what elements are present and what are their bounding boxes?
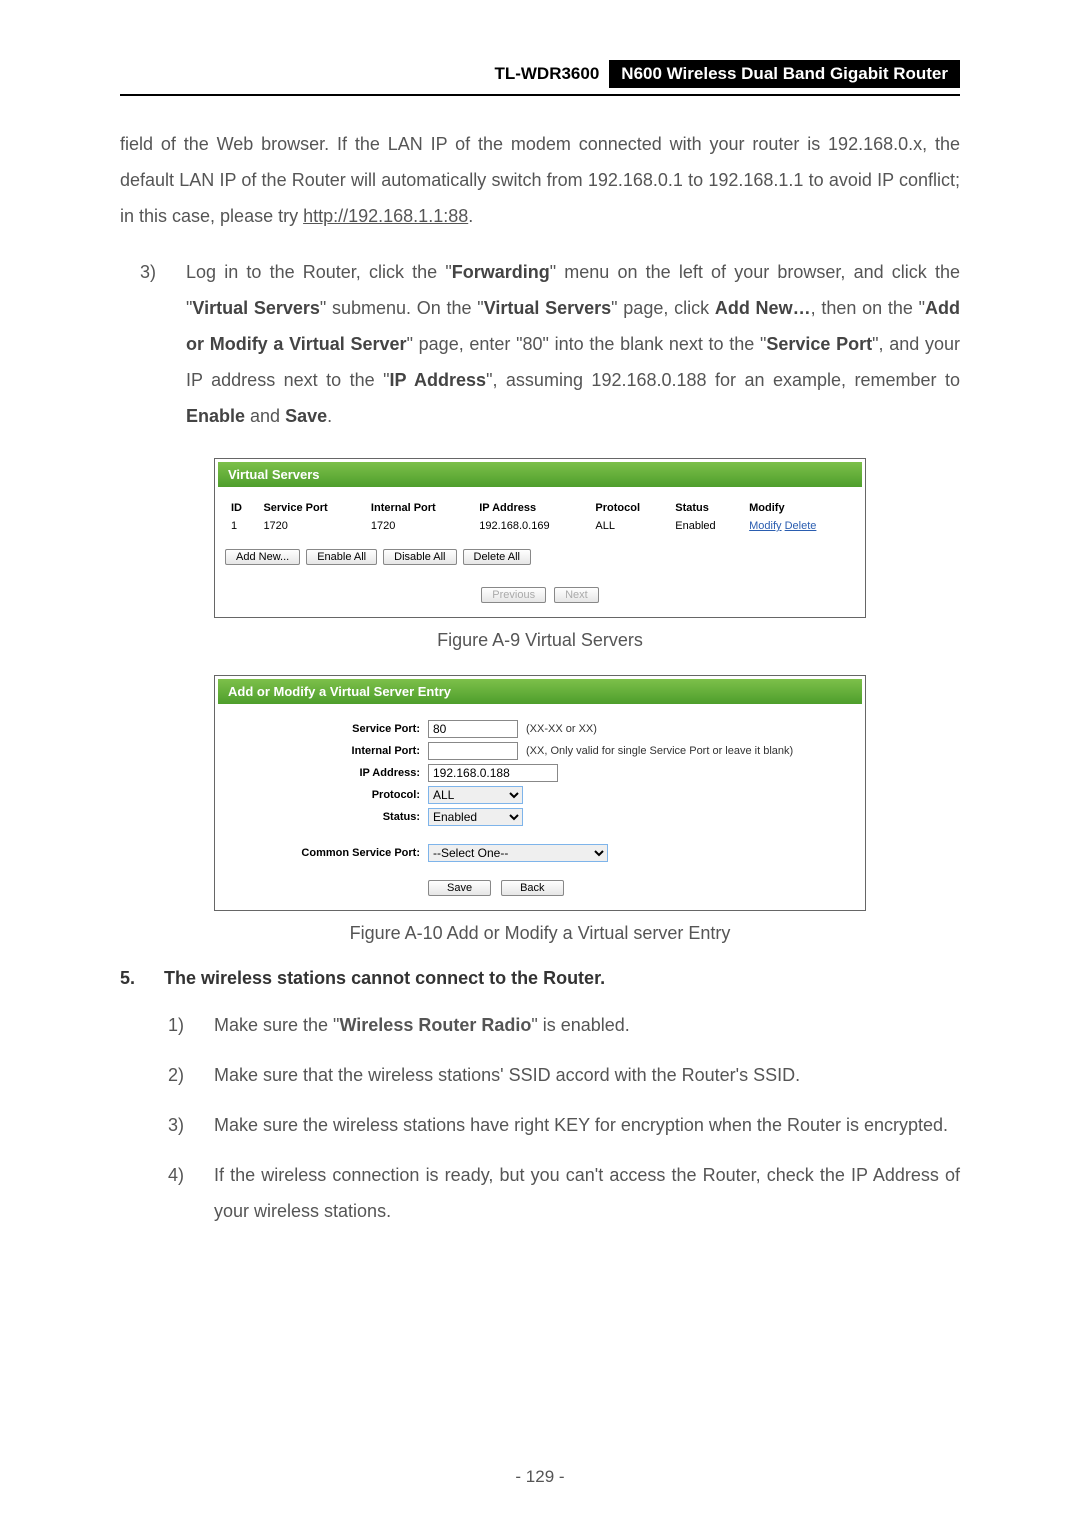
model-label: TL-WDR3600	[484, 60, 609, 88]
header-rule	[120, 94, 960, 96]
status-label: Status:	[225, 811, 428, 823]
step-3-num: 3)	[140, 254, 186, 434]
sub-item: 1)Make sure the "Wireless Router Radio" …	[168, 1007, 960, 1043]
col-ip-address: IP Address	[473, 499, 589, 517]
intro-text-a: field of the Web browser. If the LAN IP …	[120, 134, 960, 226]
sub-item: 4)If the wireless connection is ready, b…	[168, 1157, 960, 1229]
disable-all-button[interactable]: Disable All	[383, 549, 456, 565]
sub-item-text: Make sure the "Wireless Router Radio" is…	[214, 1007, 960, 1043]
cell-addr: 192.168.0.169	[473, 517, 589, 535]
status-select[interactable]: Enabled	[428, 808, 523, 826]
common-service-port-label: Common Service Port:	[225, 847, 428, 859]
page-header: TL-WDR3600 N600 Wireless Dual Band Gigab…	[120, 60, 960, 88]
col-protocol: Protocol	[589, 499, 669, 517]
cell-status: Enabled	[669, 517, 743, 535]
common-service-port-select[interactable]: --Select One--	[428, 844, 608, 862]
sub-item-num: 3)	[168, 1107, 214, 1143]
enable-all-button[interactable]: Enable All	[306, 549, 377, 565]
next-button[interactable]: Next	[554, 587, 599, 603]
q5-num: 5.	[120, 968, 164, 989]
ip-address-input[interactable]	[428, 764, 558, 782]
figure-a10-caption: Figure A-10 Add or Modify a Virtual serv…	[120, 923, 960, 944]
step-3-text: Log in to the Router, click the "Forward…	[186, 254, 960, 434]
figure-a9-caption: Figure A-9 Virtual Servers	[120, 630, 960, 651]
product-name: N600 Wireless Dual Band Gigabit Router	[609, 60, 960, 88]
delete-link[interactable]: Delete	[785, 520, 817, 532]
intro-paragraph: field of the Web browser. If the LAN IP …	[120, 126, 960, 234]
sub-item-num: 4)	[168, 1157, 214, 1229]
col-status: Status	[669, 499, 743, 517]
internal-port-label: Internal Port:	[225, 745, 428, 757]
save-button[interactable]: Save	[428, 880, 491, 896]
sub-item: 2)Make sure that the wireless stations' …	[168, 1057, 960, 1093]
protocol-select[interactable]: ALL	[428, 786, 523, 804]
add-new-button[interactable]: Add New...	[225, 549, 300, 565]
step-3: 3) Log in to the Router, click the "Forw…	[140, 254, 960, 434]
protocol-label: Protocol:	[225, 789, 428, 801]
sub-item: 3)Make sure the wireless stations have r…	[168, 1107, 960, 1143]
virtual-servers-panel: Virtual Servers ID Service Port Internal…	[214, 458, 866, 618]
sub-item-text: Make sure the wireless stations have rig…	[214, 1107, 960, 1143]
page-number: - 129 -	[0, 1467, 1080, 1487]
col-id: ID	[225, 499, 257, 517]
internal-port-input[interactable]	[428, 742, 518, 760]
sub-item-num: 2)	[168, 1057, 214, 1093]
cell-id: 1	[225, 517, 257, 535]
virtual-servers-table: ID Service Port Internal Port IP Address…	[225, 499, 855, 535]
cell-ip: 1720	[365, 517, 473, 535]
internal-port-hint: (XX, Only valid for single Service Port …	[526, 745, 793, 757]
modify-link[interactable]: Modify	[749, 520, 781, 532]
service-port-hint: (XX-XX or XX)	[526, 723, 597, 735]
table-row: 1 1720 1720 192.168.0.169 ALL Enabled Mo…	[225, 517, 855, 535]
table-header-row: ID Service Port Internal Port IP Address…	[225, 499, 855, 517]
virtual-servers-buttons: Add New... Enable All Disable All Delete…	[225, 549, 855, 565]
q5-title: The wireless stations cannot connect to …	[164, 968, 605, 988]
delete-all-button[interactable]: Delete All	[463, 549, 531, 565]
service-port-input[interactable]	[428, 720, 518, 738]
previous-button[interactable]: Previous	[481, 587, 546, 603]
intro-text-b: .	[468, 206, 473, 226]
col-internal-port: Internal Port	[365, 499, 473, 517]
col-modify: Modify	[743, 499, 855, 517]
sub-item-text: Make sure that the wireless stations' SS…	[214, 1057, 960, 1093]
service-port-label: Service Port:	[225, 723, 428, 735]
virtual-servers-title: Virtual Servers	[215, 459, 865, 487]
sub-item-text: If the wireless connection is ready, but…	[214, 1157, 960, 1229]
virtual-servers-nav: Previous Next	[225, 587, 855, 603]
sub-item-num: 1)	[168, 1007, 214, 1043]
cell-proto: ALL	[589, 517, 669, 535]
back-button[interactable]: Back	[501, 880, 563, 896]
add-modify-title: Add or Modify a Virtual Server Entry	[215, 676, 865, 704]
intro-link[interactable]: http://192.168.1.1:88	[303, 206, 468, 226]
col-service-port: Service Port	[257, 499, 364, 517]
cell-sp: 1720	[257, 517, 364, 535]
add-modify-panel: Add or Modify a Virtual Server Entry Ser…	[214, 675, 866, 911]
question-5: 5.The wireless stations cannot connect t…	[120, 968, 960, 989]
ip-address-label: IP Address:	[225, 767, 428, 779]
